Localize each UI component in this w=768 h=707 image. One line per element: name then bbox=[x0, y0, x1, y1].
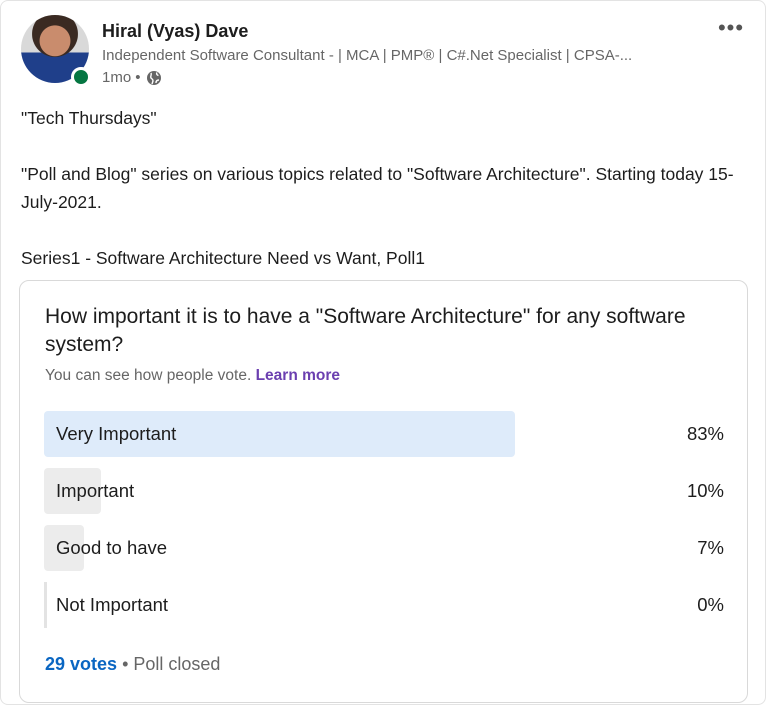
more-options-icon[interactable]: ••• bbox=[711, 13, 751, 43]
poll-option-label: Very Important bbox=[56, 423, 177, 444]
poll-option-percent: 0% bbox=[697, 594, 724, 615]
feed-post-card: Hiral (Vyas) Dave Independent Software C… bbox=[0, 0, 766, 705]
footer-separator: • bbox=[122, 654, 129, 674]
author-headline: Independent Software Consultant - | MCA … bbox=[102, 47, 633, 64]
post-body: "Tech Thursdays" "Poll and Blog" series … bbox=[21, 104, 751, 272]
poll-option-not-important: Not Important 0% bbox=[44, 582, 724, 628]
poll-question: How important it is to have a "Software … bbox=[45, 305, 686, 356]
poll-option-percent: 10% bbox=[686, 480, 724, 501]
poll-visibility-text: You can see how people vote. bbox=[45, 367, 252, 384]
post-line: "Tech Thursdays" bbox=[21, 108, 157, 128]
poll-visibility-note: You can see how people vote. Learn more bbox=[45, 367, 340, 385]
poll-option-label: Good to have bbox=[56, 537, 168, 558]
globe-icon bbox=[147, 70, 162, 85]
meta-separator: • bbox=[135, 69, 141, 86]
poll-option-percent: 7% bbox=[697, 537, 724, 558]
post-time: 1mo bbox=[102, 69, 132, 86]
author-name[interactable]: Hiral (Vyas) Dave bbox=[102, 21, 248, 42]
poll-option-label: Not Important bbox=[56, 594, 169, 615]
poll-option-bar bbox=[44, 582, 47, 628]
poll-option-percent: 83% bbox=[686, 423, 724, 444]
poll-status: Poll closed bbox=[133, 654, 221, 674]
poll-footer: 29 votes • Poll closed bbox=[45, 654, 220, 675]
poll-option-very-important: Very Important 83% bbox=[44, 411, 724, 457]
poll-option-important: Important 10% bbox=[44, 468, 724, 514]
poll-option-label: Important bbox=[56, 480, 135, 501]
online-status-indicator bbox=[71, 67, 91, 87]
vote-count-link[interactable]: 29 votes bbox=[45, 654, 117, 674]
poll-option-good-to-have: Good to have 7% bbox=[44, 525, 724, 571]
learn-more-link[interactable]: Learn more bbox=[256, 367, 340, 384]
post-line: Series1 - Software Architecture Need vs … bbox=[21, 248, 425, 268]
post-line: "Poll and Blog" series on various topics… bbox=[21, 164, 734, 212]
poll-card: How important it is to have a "Software … bbox=[19, 280, 748, 703]
post-meta: 1mo • bbox=[102, 69, 162, 86]
